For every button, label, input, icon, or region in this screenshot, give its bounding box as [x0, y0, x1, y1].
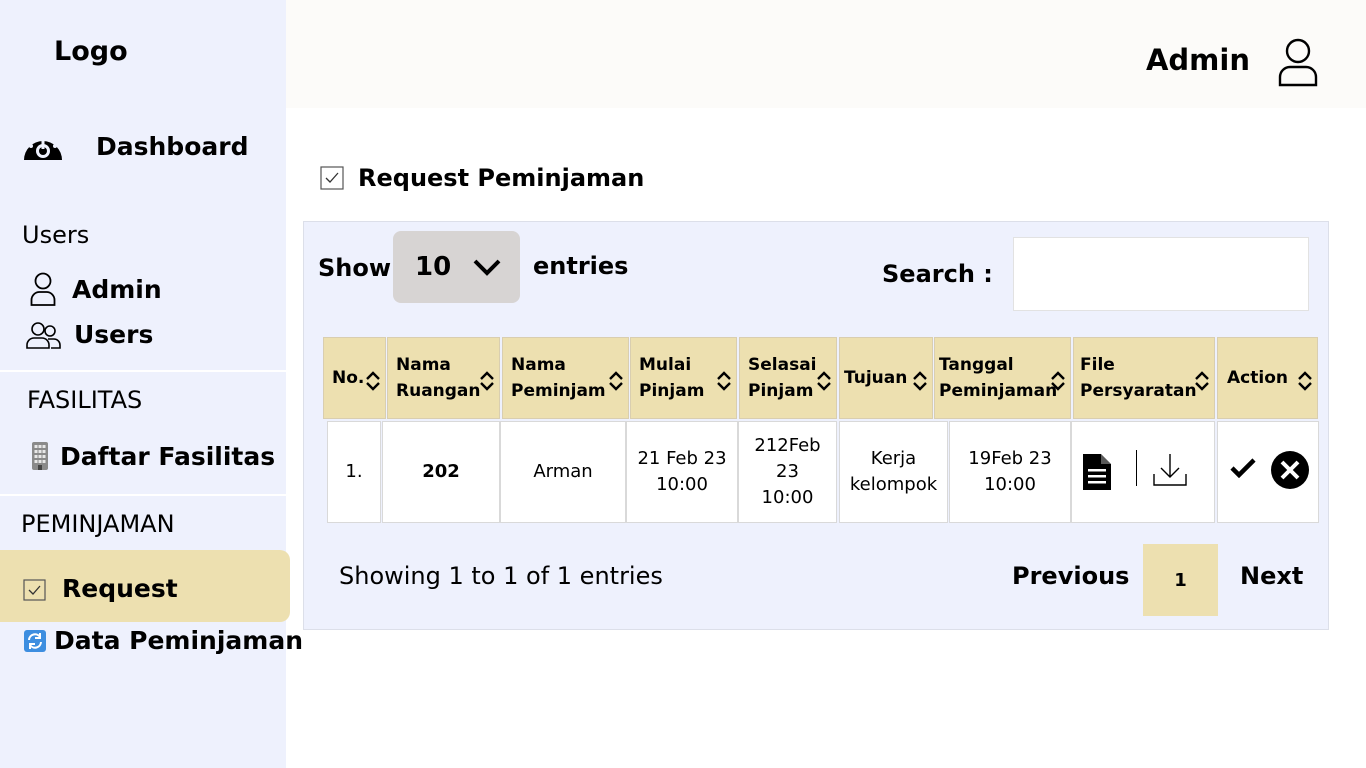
page-title: Request Peminjaman: [320, 164, 644, 192]
entries-per-page-select[interactable]: 10: [393, 231, 520, 303]
column-header-mulai-pinjam[interactable]: Mulai Pinjam: [630, 337, 737, 419]
sidebar: Logo Dashboard Users Admin Users FASILIT…: [0, 0, 303, 768]
checkbox-checked-icon: [23, 578, 46, 601]
current-user-name[interactable]: Admin: [1146, 43, 1250, 77]
sort-icon: [717, 371, 731, 391]
users-group-icon: [26, 321, 61, 349]
previous-button[interactable]: Previous: [1012, 562, 1129, 590]
section-title-fasilitas: FASILITAS: [27, 386, 143, 414]
building-icon: [32, 442, 48, 470]
table-cell-ruangan: 202: [382, 421, 500, 523]
column-header-tanggal-peminjaman[interactable]: Tanggal Peminjaman: [934, 337, 1071, 419]
table-cell-no: 1.: [327, 421, 381, 523]
sidebar-item-label: Data Peminjaman: [54, 626, 303, 655]
table-cell-peminjam: Arman: [500, 421, 626, 523]
sidebar-item-label: Admin: [72, 274, 162, 304]
user-profile-icon[interactable]: [1278, 37, 1318, 87]
download-icon[interactable]: [1152, 452, 1188, 488]
search-input[interactable]: [1013, 237, 1309, 311]
sidebar-item-daftar-fasilitas[interactable]: Daftar Fasilitas: [30, 441, 275, 471]
sidebar-item-admin[interactable]: Admin: [30, 272, 162, 306]
sidebar-item-request[interactable]: Request: [23, 574, 178, 603]
sidebar-item-data-peminjaman[interactable]: Data Peminjaman: [24, 626, 303, 655]
table-info: Showing 1 to 1 of 1 entries: [339, 562, 663, 590]
column-header-nama-peminjam[interactable]: Nama Peminjam: [502, 337, 629, 419]
column-header-selesai-pinjam[interactable]: Selasai Pinjam: [739, 337, 837, 419]
sort-icon: [817, 371, 831, 391]
refresh-icon: [24, 629, 46, 652]
table-cell-tanggal: 19Feb 23 10:00: [949, 421, 1071, 523]
next-button[interactable]: Next: [1240, 562, 1303, 590]
sidebar-item-label: Request: [62, 574, 178, 603]
sidebar-item-dashboard[interactable]: Dashboard: [22, 130, 248, 162]
reject-close-icon[interactable]: [1271, 451, 1309, 489]
table-cell-tujuan: Kerja kelompok: [839, 421, 948, 523]
chevron-down-icon: [473, 259, 501, 276]
divider: [0, 370, 286, 372]
sort-icon: [1051, 371, 1065, 391]
column-header-action[interactable]: Action: [1217, 337, 1318, 419]
top-bar: Admin: [286, 0, 1366, 108]
sidebar-item-users[interactable]: Users: [26, 320, 153, 349]
show-label: Show: [318, 254, 392, 282]
sort-icon: [609, 371, 623, 391]
column-header-tujuan[interactable]: Tujuan: [839, 337, 933, 419]
table-cell-selesai: 212Feb 23 10:00: [738, 421, 837, 523]
table-cell-action: [1217, 421, 1319, 523]
sort-icon: [1298, 371, 1312, 391]
page-button-current[interactable]: 1: [1143, 544, 1218, 616]
column-header-file-persyaratan[interactable]: File Persyaratan: [1073, 337, 1215, 419]
sort-icon: [913, 371, 927, 391]
page-title-text: Request Peminjaman: [358, 164, 645, 192]
data-table-panel: Show 10 entries Search : No. Nama Ruanga…: [303, 221, 1329, 630]
column-header-nama-ruangan[interactable]: Nama Ruangan: [387, 337, 500, 419]
sort-icon: [366, 371, 380, 391]
divider: [0, 494, 286, 496]
logo[interactable]: Logo: [54, 36, 128, 67]
document-icon[interactable]: [1083, 454, 1111, 490]
table-cell-file: [1071, 421, 1215, 523]
user-icon: [30, 272, 56, 306]
approve-check-icon[interactable]: [1230, 458, 1256, 478]
table-cell-mulai: 21 Feb 23 10:00: [626, 421, 738, 523]
column-header-no[interactable]: No.: [323, 337, 386, 419]
entries-label: entries: [533, 252, 629, 280]
sidebar-item-label: Dashboard: [96, 131, 249, 161]
sort-icon: [480, 371, 494, 391]
entries-per-page-value: 10: [415, 252, 452, 282]
dashboard-gauge-icon: [24, 133, 62, 160]
section-title-users: Users: [22, 221, 90, 249]
sort-icon: [1195, 371, 1209, 391]
checkbox-checked-icon: [320, 166, 344, 190]
sidebar-item-label: Users: [74, 320, 154, 349]
search-label: Search :: [882, 260, 993, 288]
section-title-peminjaman: PEMINJAMAN: [21, 510, 175, 538]
sidebar-item-label: Daftar Fasilitas: [60, 441, 276, 471]
separator: [1136, 450, 1137, 486]
